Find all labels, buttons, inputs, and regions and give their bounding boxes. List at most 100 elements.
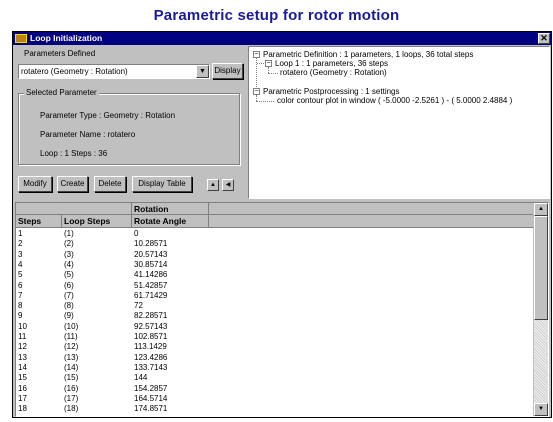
cell-loop-step: (18) <box>64 404 79 414</box>
cell-rotate-angle: 51.42857 <box>134 280 168 290</box>
cell-rotate-angle: 123.4286 <box>134 352 168 362</box>
table-row[interactable]: 7 (7) 61.71429 <box>16 291 534 300</box>
cell-rotate-angle: 82.28571 <box>134 311 168 321</box>
table-row[interactable]: 18 (18) 174.8571 <box>16 404 534 413</box>
arrow-up-icon[interactable]: ▲ <box>207 179 219 191</box>
table-row[interactable]: 14 (14) 133.7143 <box>16 363 534 372</box>
table-row[interactable]: 17 (17) 164.5714 <box>16 394 534 403</box>
cell-loop-step: (12) <box>64 342 79 352</box>
cell-step: 12 <box>18 342 27 352</box>
cell-step: 14 <box>18 362 27 372</box>
loop-initialization-window: Loop Initialization ✕ Parameters Defined… <box>12 31 552 418</box>
table-row[interactable]: 11 (11) 102.8571 <box>16 332 534 341</box>
scroll-down-icon[interactable]: ▼ <box>534 403 548 416</box>
cell-step: 11 <box>18 332 27 341</box>
cell-loop-step: (2) <box>64 239 74 249</box>
scroll-up-icon[interactable]: ▲ <box>534 203 548 216</box>
arrow-left-icon[interactable]: ◀ <box>222 179 234 191</box>
cell-step: 9 <box>18 311 23 321</box>
cell-rotate-angle: 133.7143 <box>134 362 168 372</box>
tree-connector <box>256 54 257 91</box>
header-blank <box>16 203 132 215</box>
cell-loop-step: (10) <box>64 321 79 331</box>
table-row[interactable]: 3 (3) 20.57143 <box>16 250 534 259</box>
cell-step: 4 <box>18 259 23 269</box>
cell-rotate-angle: 174.8571 <box>134 404 168 414</box>
cell-loop-step: (14) <box>64 362 79 372</box>
cell-rotate-angle: 10.28571 <box>134 239 168 249</box>
scrollbar-thumb[interactable] <box>534 216 548 320</box>
collapse-icon[interactable]: − <box>265 60 272 67</box>
page-title: Parametric setup for rotor motion <box>153 7 400 24</box>
column-header-loop-steps[interactable]: Loop Steps <box>62 215 132 228</box>
steps-table[interactable]: Rotation Steps Loop Steps Rotate Angle 1… <box>15 202 549 417</box>
table-row[interactable]: 12 (12) 113.1429 <box>16 342 534 351</box>
chevron-down-icon[interactable]: ▼ <box>196 65 209 78</box>
cell-step: 16 <box>18 383 27 393</box>
collapse-icon[interactable]: − <box>253 51 260 58</box>
table-row[interactable]: 4 (4) 30.85714 <box>16 260 534 269</box>
table-row[interactable]: 5 (5) 41.14286 <box>16 270 534 279</box>
create-button[interactable]: Create <box>57 176 88 192</box>
cell-rotate-angle: 102.8571 <box>134 332 168 341</box>
cell-rotate-angle: 61.71429 <box>134 290 168 300</box>
tree-connector <box>268 73 278 74</box>
collapse-icon[interactable]: − <box>253 88 260 95</box>
loop-steps-text: Loop : 1 Steps : 36 <box>40 149 108 158</box>
cell-loop-step: (17) <box>64 393 79 403</box>
parameters-defined-label: Parameters Defined <box>24 49 96 58</box>
table-row[interactable]: 8 (8) 72 <box>16 301 534 310</box>
selected-parameter-group: Selected Parameter Parameter Type : Geom… <box>18 88 240 165</box>
cell-rotate-angle: 154.2857 <box>134 383 168 393</box>
scrollbar-track[interactable] <box>534 320 548 403</box>
display-table-button[interactable]: Display Table <box>132 176 192 192</box>
header-blank <box>209 203 534 215</box>
cell-rotate-angle: 92.57143 <box>134 321 168 331</box>
vertical-scrollbar[interactable]: ▲ ▼ <box>533 203 548 416</box>
table-row[interactable]: 9 (9) 82.28571 <box>16 311 534 320</box>
tree-node-parameter[interactable]: rotatero (Geometry : Rotation) <box>280 68 387 77</box>
parameter-type-text: Parameter Type : Geometry : Rotation <box>40 111 176 120</box>
table-row[interactable]: 1 (1) 0 <box>16 229 534 238</box>
column-header-rotate-angle[interactable]: Rotate Angle <box>132 215 209 228</box>
header-blank <box>209 215 534 228</box>
display-button[interactable]: Display <box>212 63 243 79</box>
cell-rotate-angle: 41.14286 <box>134 270 168 280</box>
cell-loop-step: (5) <box>64 270 74 280</box>
delete-button[interactable]: Delete <box>94 176 126 192</box>
parameter-name-text: Parameter Name : rotatero <box>40 130 136 139</box>
table-row[interactable]: 10 (10) 92.57143 <box>16 322 534 331</box>
table-row[interactable]: 6 (6) 51.42857 <box>16 281 534 290</box>
cell-step: 13 <box>18 352 27 362</box>
cell-loop-step: (15) <box>64 373 79 383</box>
app-icon <box>15 34 27 43</box>
table-row[interactable]: 15 (15) 144 <box>16 373 534 382</box>
cell-step: 8 <box>18 301 23 311</box>
cell-step: 5 <box>18 270 23 280</box>
cell-step: 2 <box>18 239 23 249</box>
modify-button[interactable]: Modify <box>18 176 52 192</box>
close-button[interactable]: ✕ <box>538 33 550 44</box>
cell-loop-step: (11) <box>64 332 78 341</box>
tree-node-postprocessing[interactable]: Parametric Postprocessing : 1 settings <box>263 87 400 96</box>
tree-node-contour[interactable]: color contour plot in window ( -5.0000 -… <box>277 96 512 105</box>
cell-loop-step: (16) <box>64 383 79 393</box>
cell-step: 3 <box>18 249 23 259</box>
cell-rotate-angle: 144 <box>134 373 148 383</box>
table-row[interactable]: 16 (16) 154.2857 <box>16 384 534 393</box>
table-row[interactable]: 2 (2) 10.28571 <box>16 239 534 248</box>
cell-rotate-angle: 30.85714 <box>134 259 168 269</box>
parametric-tree[interactable]: − Parametric Definition : 1 parameters, … <box>248 46 550 199</box>
column-header-steps[interactable]: Steps <box>16 215 62 228</box>
tree-node-definition[interactable]: Parametric Definition : 1 parameters, 1 … <box>263 50 473 59</box>
cell-step: 6 <box>18 280 23 290</box>
cell-step: 15 <box>18 373 27 383</box>
tree-node-loop[interactable]: Loop 1 : 1 parameters, 36 steps <box>275 59 388 68</box>
cell-rotate-angle: 113.1429 <box>134 342 167 352</box>
cell-step: 1 <box>18 229 23 238</box>
parameter-select[interactable]: rotatero (Geometry : Rotation) ▼ <box>18 64 210 79</box>
cell-loop-step: (8) <box>64 301 74 311</box>
table-row[interactable]: 13 (13) 123.4286 <box>16 353 534 362</box>
cell-loop-step: (1) <box>64 229 74 238</box>
window-titlebar: Loop Initialization ✕ <box>13 32 551 45</box>
